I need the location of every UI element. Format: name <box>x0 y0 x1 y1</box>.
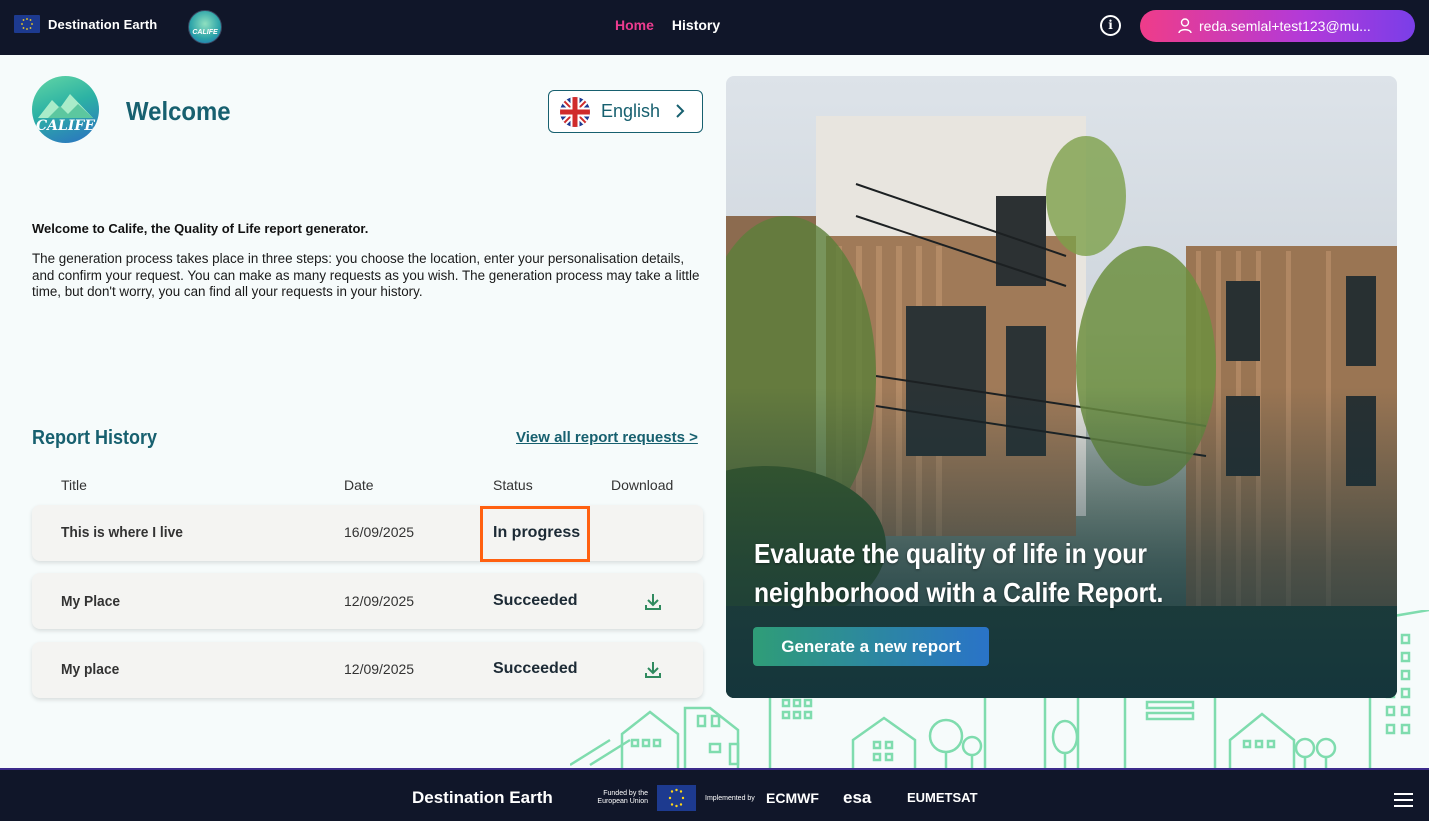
esa-logo: esa <box>843 788 872 807</box>
nav-home[interactable]: Home <box>615 17 654 33</box>
user-email: reda.semlal+test123@mu... <box>1199 18 1371 34</box>
report-date: 12/09/2025 <box>344 593 415 609</box>
user-account-button[interactable]: reda.semlal+test123@mu... <box>1140 10 1415 42</box>
report-status: Succeeded <box>493 592 578 609</box>
report-title: My place <box>61 661 120 678</box>
footer-brand: Destination Earth <box>412 788 553 807</box>
generate-report-button[interactable]: Generate a new report <box>753 627 989 666</box>
intro-paragraph: The generation process takes place in th… <box>32 251 700 299</box>
column-header-title: Title <box>61 477 87 493</box>
nav-history[interactable]: History <box>672 17 720 33</box>
mountain-icon <box>38 94 93 118</box>
table-row[interactable]: This is where I live 16/09/2025 In progr… <box>32 505 703 561</box>
califf-logo-text: CALIFE <box>35 118 95 134</box>
eumetsat-logo: EUMETSAT <box>907 790 978 805</box>
column-header-download: Download <box>611 477 674 493</box>
eu-flag-icon <box>14 15 40 33</box>
intro-heading: Welcome to Calife, the Quality of Life r… <box>32 221 369 236</box>
user-icon <box>1178 18 1192 34</box>
califf-logo: CALIFE <box>32 76 99 143</box>
view-all-reports-link[interactable]: View all report requests > <box>516 429 698 446</box>
report-title: This is where I live <box>61 524 183 541</box>
implemented-by-label: Implemented by <box>705 795 755 802</box>
report-history-title: Report History <box>32 427 158 449</box>
language-label: English <box>601 101 661 121</box>
report-date: 12/09/2025 <box>344 661 415 677</box>
download-icon[interactable] <box>643 592 663 612</box>
destination-earth-brand[interactable]: Destination Earth <box>14 15 157 33</box>
report-title: My Place <box>61 593 121 610</box>
main-nav: Home History <box>615 17 720 33</box>
language-selector[interactable]: English <box>548 90 703 133</box>
brand-name: Destination Earth <box>48 16 158 32</box>
top-navbar: Destination Earth CALIFE Home History i … <box>0 0 1429 55</box>
hero-headline: Evaluate the quality of life in your nei… <box>754 538 1164 608</box>
report-status: Succeeded <box>493 660 578 677</box>
hero-card: Evaluate the quality of life in your nei… <box>726 76 1397 698</box>
ecmwf-logo: ECMWF <box>766 790 819 806</box>
funded-by-label: Funded by the European Union <box>597 790 648 805</box>
chevron-right-icon <box>675 103 685 124</box>
column-header-date: Date <box>344 477 374 493</box>
report-date: 16/09/2025 <box>344 524 415 540</box>
califf-mini-logo[interactable]: CALIFE <box>188 10 222 44</box>
eu-flag-icon <box>657 785 696 811</box>
info-icon[interactable]: i <box>1100 15 1121 36</box>
column-header-status: Status <box>493 477 533 493</box>
uk-flag-icon <box>560 97 590 127</box>
status-highlight-box <box>480 506 590 562</box>
mini-logo-text: CALIFE <box>192 29 218 36</box>
hamburger-menu-icon[interactable] <box>1394 793 1413 807</box>
page-title: Welcome <box>126 96 231 126</box>
footer: Destination Earth Funded by the European… <box>0 768 1429 821</box>
